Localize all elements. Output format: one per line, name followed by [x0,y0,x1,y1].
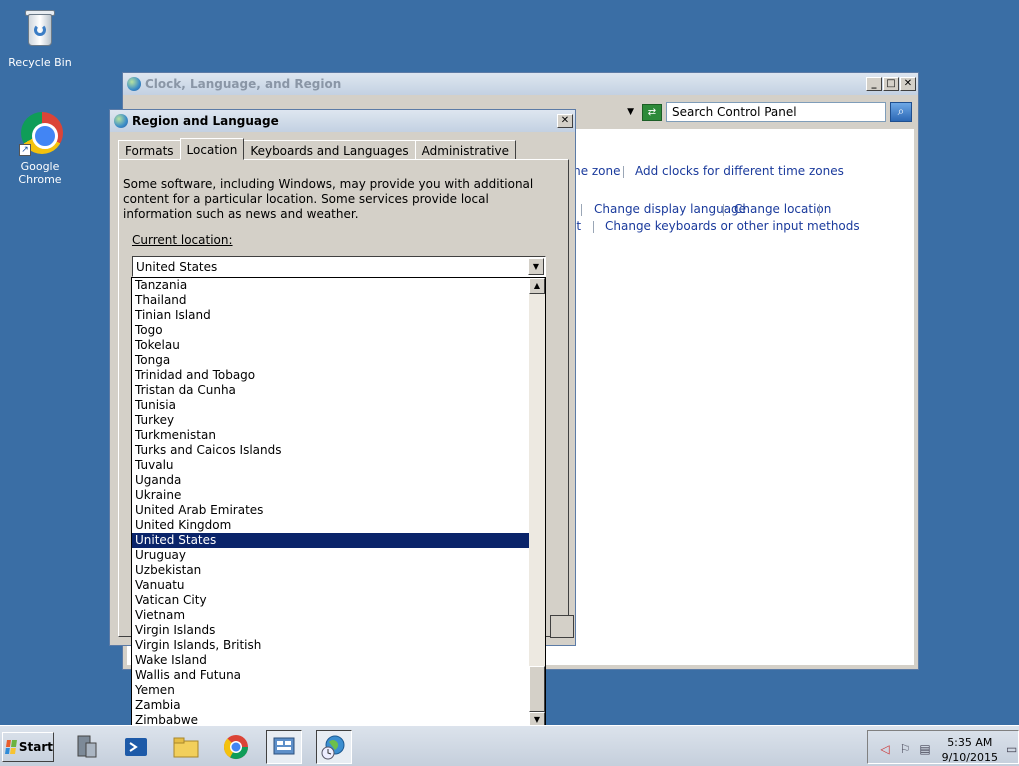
globe-icon [114,114,128,128]
location-option[interactable]: Turkey [132,413,530,428]
control-panel-icon [127,77,141,91]
start-label: Start [18,740,53,754]
clock[interactable]: 5:35 AM 9/10/2015 [942,735,998,765]
location-option[interactable]: Tuvalu [132,458,530,473]
show-desktop-button[interactable]: ▭ [1006,742,1017,756]
recycle-bin-icon [19,6,61,52]
maximize-button[interactable]: □ [883,77,899,91]
chevron-down-icon[interactable]: ▼ [528,258,544,275]
location-option[interactable]: Wake Island [132,653,530,668]
location-option[interactable]: Tokelau [132,338,530,353]
divider [623,166,624,178]
location-option[interactable]: Uruguay [132,548,530,563]
desktop-icon-google-chrome[interactable]: ↗ Google Chrome [0,110,80,186]
location-option[interactable]: Tristan da Cunha [132,383,530,398]
location-option[interactable]: Turks and Caicos Islands [132,443,530,458]
action-center-flag-icon[interactable]: ⚐ [898,742,912,756]
tab-location[interactable]: Location [179,138,245,160]
location-option[interactable]: Virgin Islands, British [132,638,530,653]
location-option[interactable]: Vatican City [132,593,530,608]
start-button[interactable]: Start [2,732,54,762]
location-option[interactable]: Ukraine [132,488,530,503]
link-change-location[interactable]: Change location [734,202,831,216]
current-location-value: United States [136,260,218,274]
location-option[interactable]: Vanuatu [132,578,530,593]
location-option[interactable]: Turkmenistan [132,428,530,443]
location-option[interactable]: Trinidad and Tobago [132,368,530,383]
region-language-icon[interactable] [316,730,352,764]
divider [819,204,820,216]
current-location-label: Current location: [132,233,233,247]
desktop-icon-recycle-bin[interactable]: Recycle Bin [0,6,80,69]
control-panel-titlebar[interactable]: Clock, Language, and Region _ □ ✕ [123,73,918,95]
tab-formats[interactable]: Formats [118,140,181,160]
close-button[interactable]: ✕ [900,77,916,91]
powershell-icon[interactable] [118,730,154,764]
location-option[interactable]: Thailand [132,293,530,308]
location-option[interactable]: Tanzania [132,278,530,293]
search-input[interactable]: Search Control Panel [666,102,886,122]
location-option[interactable]: Tonga [132,353,530,368]
location-option[interactable]: Tunisia [132,398,530,413]
refresh-button[interactable]: ⇄ [642,104,662,121]
location-description: Some software, including Windows, may pr… [123,177,534,221]
taskbar: Start ◁ ⚐ ▤ 5:35 AM 9/10/2015 ▭ [0,725,1019,766]
chrome-icon: ↗ [19,110,63,156]
location-option[interactable]: United States [132,533,530,548]
close-button[interactable]: ✕ [557,114,573,128]
link-add-clocks[interactable]: Add clocks for different time zones [635,164,844,178]
divider [593,221,594,233]
location-option[interactable]: Uzbekistan [132,563,530,578]
location-option[interactable]: Virgin Islands [132,623,530,638]
hidden-dialog-button [550,615,574,638]
minimize-button[interactable]: _ [866,77,882,91]
location-options: Tanzania Thailand Tinian Island Togo Tokelau… [132,278,530,728]
location-option[interactable]: Zambia [132,698,530,713]
window-title: Clock, Language, and Region [145,77,342,91]
network-icon[interactable]: ▤ [918,742,932,756]
dialog-titlebar[interactable]: Region and Language ✕ [110,110,575,132]
location-option[interactable]: Tinian Island [132,308,530,323]
address-dropdown-icon[interactable]: ▼ [627,107,634,117]
tab-keyboards-and-languages[interactable]: Keyboards and Languages [243,140,416,160]
desktop-icon-label: Google Chrome [18,160,62,186]
clock-date: 9/10/2015 [941,751,998,764]
dropdown-scrollbar[interactable]: ▲ ▼ [529,278,545,728]
dialog-title: Region and Language [132,114,279,128]
scroll-up-icon[interactable]: ▲ [529,278,545,294]
location-option[interactable]: Uganda [132,473,530,488]
location-option[interactable]: Yemen [132,683,530,698]
tab-strip: Formats Location Keyboards and Languages… [118,138,517,160]
location-option[interactable]: Vietnam [132,608,530,623]
notification-area: ◁ ⚐ ▤ 5:35 AM 9/10/2015 ▭ [867,730,1019,764]
location-option[interactable]: United Arab Emirates [132,503,530,518]
location-option[interactable]: United Kingdom [132,518,530,533]
volume-muted-icon[interactable]: ◁ [878,742,892,756]
windows-logo-icon [5,740,17,754]
link-change-keyboards[interactable]: Change keyboards or other input methods [605,219,860,233]
divider [723,204,724,216]
scroll-thumb[interactable] [529,666,545,712]
control-panel-icon[interactable] [266,730,302,764]
tab-administrative[interactable]: Administrative [414,140,517,160]
server-manager-icon[interactable] [68,730,104,764]
location-dropdown-list[interactable]: Tanzania Thailand Tinian Island Togo Tokelau… [131,277,546,729]
divider [581,204,582,216]
clock-time: 5:35 AM [947,736,993,749]
desktop-icon-label: Recycle Bin [8,56,72,69]
link-change-time-zone[interactable]: me zone [569,164,621,178]
location-option[interactable]: Wallis and Futuna [132,668,530,683]
explorer-icon[interactable] [168,730,204,764]
chrome-icon[interactable] [218,730,254,764]
location-option[interactable]: Togo [132,323,530,338]
search-icon[interactable]: ⌕ [890,102,912,122]
current-location-select[interactable]: United States ▼ [132,256,546,277]
